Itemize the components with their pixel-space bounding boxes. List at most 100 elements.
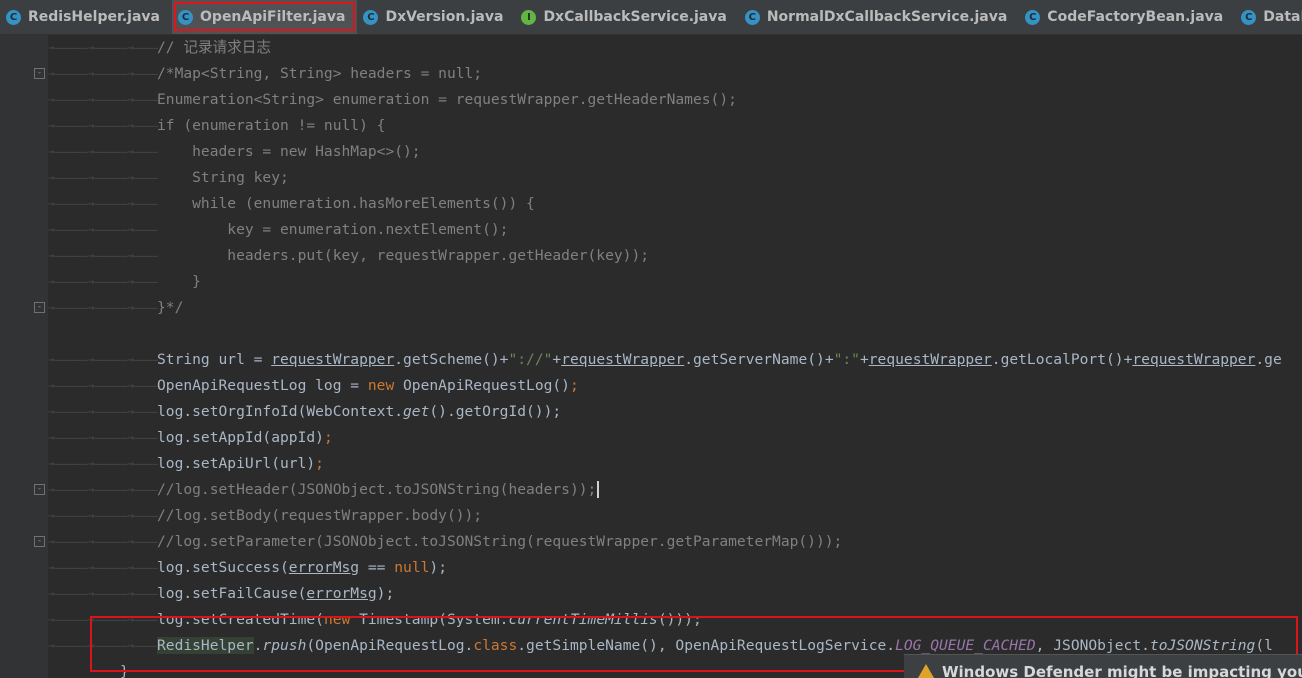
code-line[interactable]: →—————→—————→———— String url = requestWr… [0, 347, 1302, 373]
code-text: // 记录请求日志 [157, 39, 271, 56]
code-line[interactable]: →—————→—————→———— } [0, 269, 1302, 295]
fold-icon[interactable]: - [34, 302, 45, 313]
whitespace-markers: →—————→—————→———— [48, 197, 158, 210]
notification-text: Windows Defender might be impacting your [942, 663, 1302, 678]
code-text: log.setAppId(appId); [157, 429, 333, 446]
code-line[interactable]: →—————→—————→———— log.setCreatedTime(new… [0, 607, 1302, 633]
code-line[interactable]: - →—————→—————→———— }*/ [0, 295, 1302, 321]
code-line[interactable]: →—————→—————→———— key = enumeration.next… [0, 217, 1302, 243]
tab-openapifilter[interactable]: C OpenApiFilter.java [172, 0, 358, 34]
code-line[interactable]: →—————→—————→———— String key; [0, 165, 1302, 191]
class-icon: C [1241, 9, 1257, 25]
whitespace-markers: →—————→—————→———— [48, 483, 158, 496]
notification-balloon[interactable]: Windows Defender might be impacting your [904, 654, 1302, 678]
tab-redishelper[interactable]: C RedisHelper.java [0, 0, 172, 34]
tab-dxversion[interactable]: C DxVersion.java [357, 0, 515, 34]
tab-label: CodeFactoryBean.java [1047, 9, 1224, 25]
whitespace-markers: →—————→—————→———— [48, 457, 158, 470]
tab-label: NormalDxCallbackService.java [766, 9, 1008, 25]
whitespace-markers: →—————→—————→———— [48, 535, 158, 548]
code-editor[interactable]: →—————→—————→———— // 记录请求日志 - →—————→———… [0, 35, 1302, 678]
tab-dxcallbackservice[interactable]: I DxCallbackService.java [515, 0, 738, 34]
fold-icon[interactable]: - [34, 484, 45, 495]
whitespace-markers: →—————→—————→———— [48, 613, 158, 626]
code-text: String key; [157, 169, 289, 186]
code-text: /*Map<String, String> headers = null; [157, 65, 483, 82]
whitespace-markers: →—————→—————→———— [48, 275, 158, 288]
code-line[interactable]: →—————→—————→———— //log.setBody(requestW… [0, 503, 1302, 529]
code-text: //log.setBody(requestWrapper.body()); [157, 507, 483, 524]
code-text: } [120, 663, 129, 678]
code-text: Enumeration<String> enumeration = reques… [157, 91, 737, 108]
class-icon: C [744, 9, 760, 25]
code-line[interactable] [0, 321, 1302, 347]
whitespace-markers: →—————→—————→———— [48, 639, 158, 652]
code-line[interactable]: →—————→—————→———— while (enumeration.has… [0, 191, 1302, 217]
tab-codefactorybean[interactable]: C CodeFactoryBean.java [1019, 0, 1235, 34]
code-text: } [157, 273, 201, 290]
whitespace-markers: →—————→—————→———— [48, 301, 158, 314]
whitespace-markers: →—————→—————→———— [48, 223, 158, 236]
whitespace-markers: →—————→—————→———— [48, 41, 158, 54]
code-line[interactable]: - →—————→—————→———— //log.setHeader(JSON… [0, 477, 1302, 503]
code-text: headers = new HashMap<>(); [157, 143, 421, 160]
code-text: }*/ [157, 299, 184, 316]
whitespace-markers: →—————→—————→———— [48, 171, 158, 184]
text-caret [597, 481, 600, 498]
code-line[interactable]: →—————→—————→———— log.setSuccess(errorMs… [0, 555, 1302, 581]
code-text: headers.put(key, requestWrapper.getHeade… [157, 247, 650, 264]
code-text: OpenApiRequestLog log = new OpenApiReque… [157, 377, 579, 394]
tab-label: OpenApiFilter.java [200, 9, 346, 25]
code-line[interactable]: →—————→—————→———— Enumeration<String> en… [0, 87, 1302, 113]
class-icon: C [178, 9, 194, 25]
code-text: key = enumeration.nextElement(); [157, 221, 509, 238]
whitespace-markers: →—————→—————→———— [48, 509, 158, 522]
tab-label: DxVersion.java [385, 9, 504, 25]
tab-label: DataRep [1263, 9, 1302, 25]
editor-tab-bar: C RedisHelper.java C OpenApiFilter.java … [0, 0, 1302, 35]
code-line[interactable]: →—————→—————→———— log.setApiUrl(url); [0, 451, 1302, 477]
class-icon: C [6, 9, 21, 25]
fold-icon[interactable]: - [34, 536, 45, 547]
code-text: while (enumeration.hasMoreElements()) { [157, 195, 535, 212]
code-line[interactable]: →—————→—————→———— // 记录请求日志 [0, 35, 1302, 61]
whitespace-markers: →—————→—————→———— [48, 119, 158, 132]
whitespace-markers: →—————→—————→———— [48, 405, 158, 418]
tab-datarep[interactable]: C DataRep [1235, 0, 1302, 34]
interface-icon: I [521, 9, 537, 25]
tab-label: DxCallbackService.java [543, 9, 727, 25]
code-line[interactable]: →—————→—————→———— OpenApiRequestLog log … [0, 373, 1302, 399]
code-line[interactable]: →—————→—————→———— headers.put(key, reque… [0, 243, 1302, 269]
class-icon: C [363, 9, 379, 25]
code-text: String url = requestWrapper.getScheme()+… [157, 351, 1282, 368]
whitespace-markers: →—————→—————→———— [48, 431, 158, 444]
fold-icon[interactable]: - [34, 68, 45, 79]
class-icon: C [1025, 9, 1041, 25]
code-line[interactable]: →—————→—————→———— headers = new HashMap<… [0, 139, 1302, 165]
code-line[interactable]: →—————→—————→———— log.setFailCause(error… [0, 581, 1302, 607]
code-text: log.setSuccess(errorMsg == null); [157, 559, 447, 576]
whitespace-markers: →—————→—————→———— [48, 561, 158, 574]
code-text: if (enumeration != null) { [157, 117, 386, 134]
code-line[interactable]: →—————→—————→———— log.setOrgInfoId(WebCo… [0, 399, 1302, 425]
code-line[interactable]: - →—————→—————→———— //log.setParameter(J… [0, 529, 1302, 555]
code-line[interactable]: →—————→—————→———— if (enumeration != nul… [0, 113, 1302, 139]
whitespace-markers: →—————→—————→———— [48, 67, 158, 80]
tab-normaldxcallbackservice[interactable]: C NormalDxCallbackService.java [739, 0, 1019, 34]
whitespace-markers: →—————→—————→———— [48, 379, 158, 392]
whitespace-markers: →—————→—————→———— [48, 587, 158, 600]
code-text: //log.setHeader(JSONObject.toJSONString(… [157, 477, 600, 503]
whitespace-markers: →—————→—————→———— [48, 353, 158, 366]
code-line[interactable]: →—————→—————→———— log.setAppId(appId); [0, 425, 1302, 451]
whitespace-markers: →—————→—————→———— [48, 145, 158, 158]
warning-icon [918, 664, 934, 678]
code-text: log.setFailCause(errorMsg); [157, 585, 395, 602]
whitespace-markers: →—————→—————→———— [48, 93, 158, 106]
code-text: log.setApiUrl(url); [157, 455, 324, 472]
tab-label: RedisHelper.java [28, 9, 161, 25]
code-text: log.setCreatedTime(new Timestamp(System.… [157, 611, 702, 628]
code-text: log.setOrgInfoId(WebContext.get().getOrg… [157, 403, 562, 420]
whitespace-markers: →—————→—————→———— [48, 249, 158, 262]
code-text: //log.setParameter(JSONObject.toJSONStri… [157, 533, 843, 550]
code-line[interactable]: - →—————→—————→———— /*Map<String, String… [0, 61, 1302, 87]
